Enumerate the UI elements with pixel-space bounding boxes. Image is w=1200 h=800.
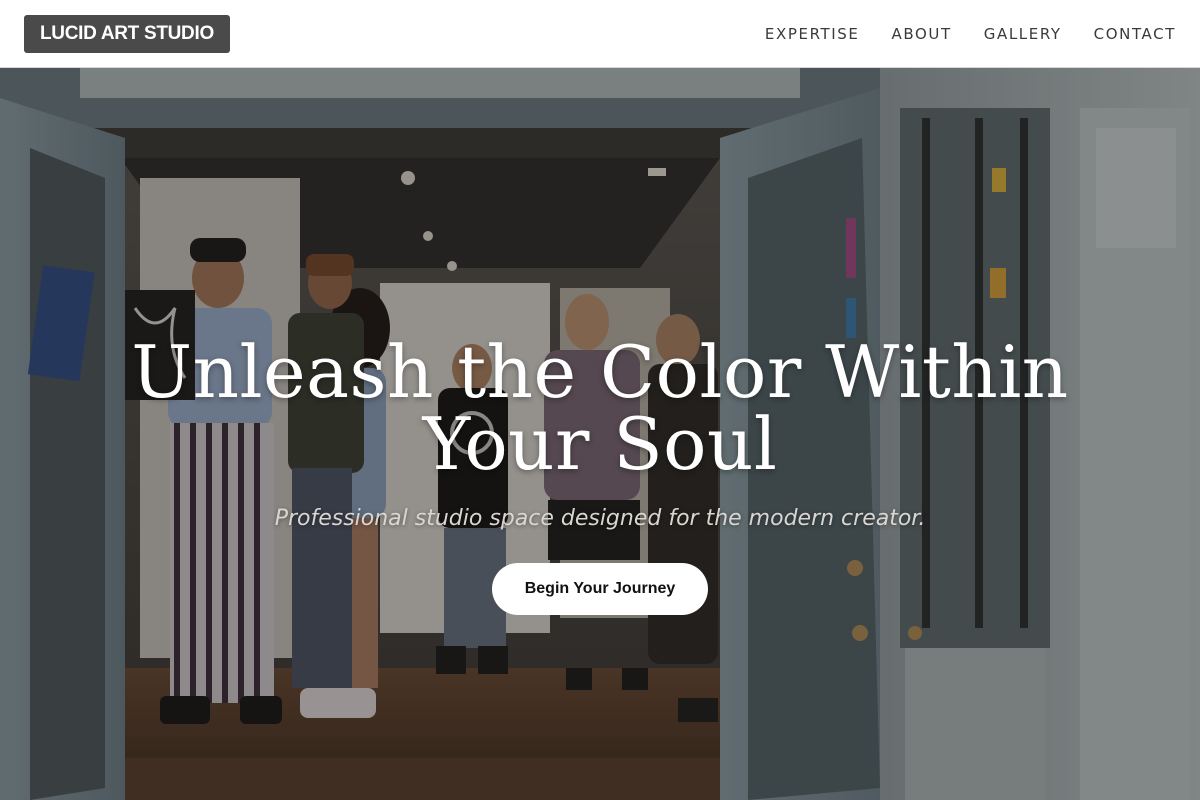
begin-journey-button[interactable]: Begin Your Journey (492, 563, 708, 615)
hero-headline-line2: Your Soul (422, 402, 778, 486)
nav-link-gallery[interactable]: GALLERY (952, 17, 1062, 51)
site-logo[interactable]: LUCID ART STUDIO (24, 14, 230, 53)
hero-content: Unleash the Color Within Your Soul Profe… (0, 68, 1200, 800)
nav-link-contact[interactable]: CONTACT (1062, 17, 1176, 51)
nav-link-expertise[interactable]: EXPERTISE (733, 17, 860, 51)
hero-headline: Unleash the Color Within Your Soul (100, 336, 1100, 480)
nav-link-about[interactable]: ABOUT (860, 17, 952, 51)
hero-section: Unleash the Color Within Your Soul Profe… (0, 68, 1200, 800)
main-nav: EXPERTISE ABOUT GALLERY CONTACT (733, 17, 1176, 51)
site-header: LUCID ART STUDIO EXPERTISE ABOUT GALLERY… (0, 0, 1200, 68)
hero-tagline: Professional studio space designed for t… (274, 506, 926, 531)
